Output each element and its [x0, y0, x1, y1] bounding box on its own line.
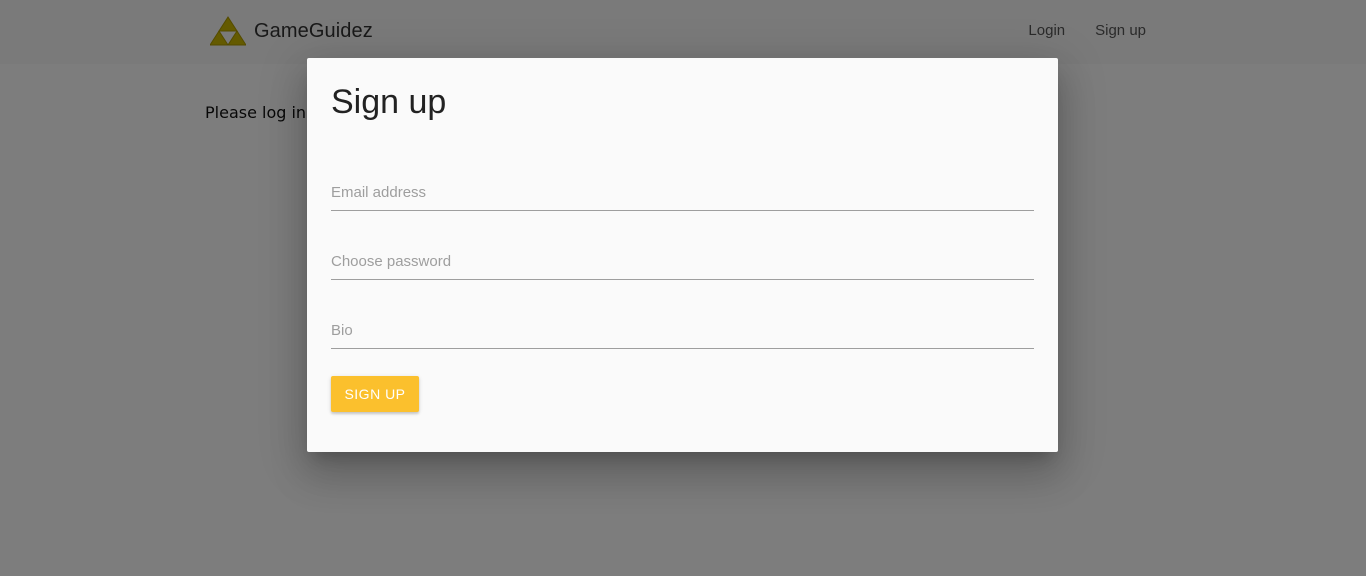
page: GameGuidez Login Sign up Please log in S… [0, 0, 1366, 576]
bio-field[interactable] [331, 312, 1034, 348]
password-field[interactable] [331, 243, 1034, 279]
email-field[interactable] [331, 174, 1034, 210]
password-field-wrapper [331, 243, 1034, 280]
signup-modal: Sign up SIGN UP [307, 58, 1058, 452]
signup-submit-button[interactable]: SIGN UP [331, 376, 419, 412]
bio-field-wrapper [331, 312, 1034, 349]
email-field-wrapper [331, 174, 1034, 211]
modal-title: Sign up [331, 83, 447, 121]
